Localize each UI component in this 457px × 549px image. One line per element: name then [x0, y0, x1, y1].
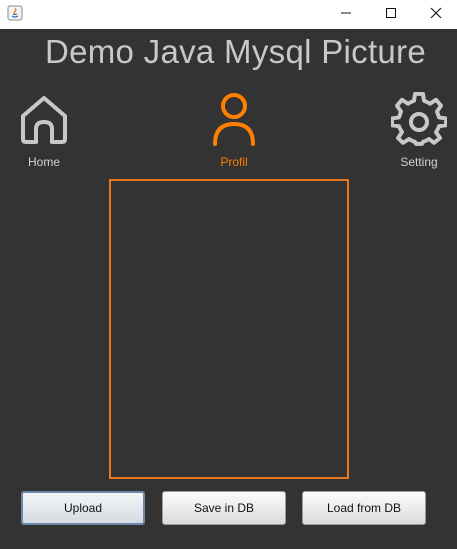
- user-icon: [206, 92, 262, 153]
- gear-icon: [390, 91, 448, 153]
- nav-item-home[interactable]: Home: [0, 92, 89, 169]
- close-button[interactable]: [413, 0, 457, 29]
- main-panel: Demo Java Mysql Picture Home Profil Sett…: [0, 29, 457, 549]
- maximize-icon: [385, 6, 397, 24]
- picture-frame: [109, 179, 349, 479]
- minimize-button[interactable]: [323, 0, 368, 29]
- nav-label-home: Home: [27, 155, 60, 169]
- window-titlebar: [0, 0, 457, 29]
- nav-label-profil: Profil: [220, 155, 248, 169]
- upload-button[interactable]: Upload: [21, 491, 145, 525]
- page-title: Demo Java Mysql Picture: [44, 33, 427, 70]
- close-icon: [430, 6, 442, 24]
- maximize-button[interactable]: [368, 0, 413, 29]
- nav-item-profil[interactable]: Profil: [189, 92, 279, 169]
- nav-item-setting[interactable]: Setting: [374, 91, 457, 169]
- minimize-icon: [340, 6, 352, 24]
- java-app-icon: [7, 5, 23, 21]
- load-from-db-button[interactable]: Load from DB: [302, 491, 426, 525]
- home-icon: [16, 92, 72, 153]
- nav-label-setting: Setting: [400, 155, 438, 169]
- save-in-db-button[interactable]: Save in DB: [162, 491, 286, 525]
